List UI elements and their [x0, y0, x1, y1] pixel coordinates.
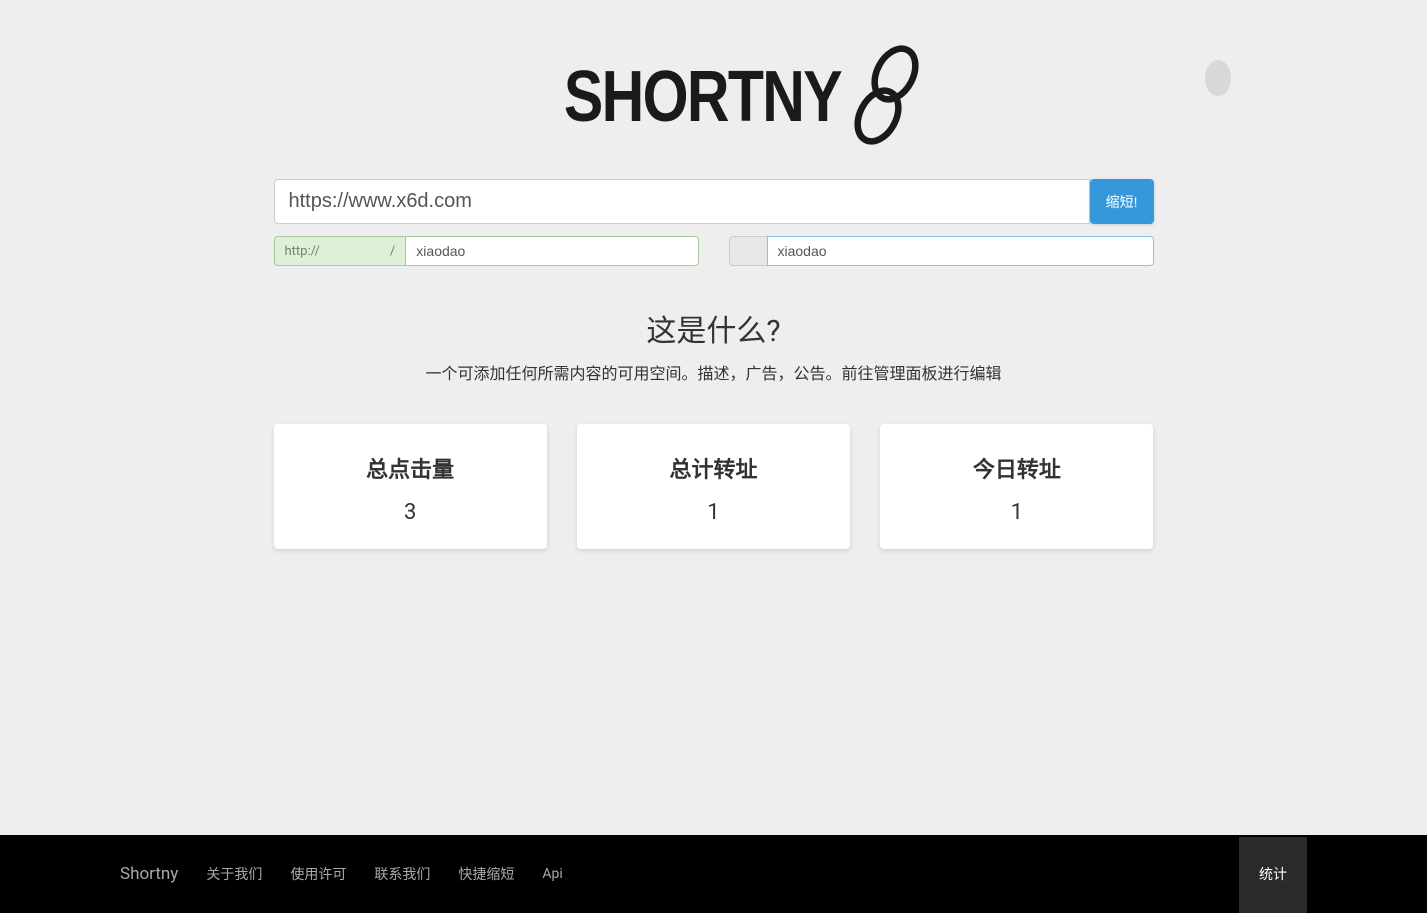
stat-card-total-clicks: 总点击量 3 — [274, 424, 547, 549]
whatis-description: 一个可添加任何所需内容的可用空间。描述，广告，公告。前往管理面板进行编辑 — [274, 360, 1154, 384]
custom-alias-input[interactable] — [405, 236, 698, 266]
footer-stats-button[interactable]: 统计 — [1239, 837, 1307, 913]
footer-link-contact[interactable]: 联系我们 — [374, 864, 430, 884]
whatis-section: 这是什么? 一个可添加任何所需内容的可用空间。描述，广告，公告。前往管理面板进行… — [274, 306, 1154, 384]
footer: Shortny 关于我们 使用许可 联系我们 快捷缩短 Api 统计 — [0, 835, 1427, 913]
secondary-alias-input[interactable] — [767, 236, 1154, 266]
stat-card-total-redirects: 总计转址 1 — [577, 424, 850, 549]
logo-text: SHORTNY — [564, 56, 841, 138]
footer-link-quick-shorten[interactable]: 快捷缩短 — [458, 864, 514, 884]
avatar[interactable] — [1205, 60, 1231, 96]
chain-link-icon — [849, 40, 924, 154]
stat-value: 3 — [284, 500, 537, 525]
custom-alias-group: http:// / — [274, 236, 699, 266]
shorten-button[interactable]: 缩短! — [1090, 179, 1154, 224]
logo: SHORTNY — [274, 40, 1154, 154]
whatis-title: 这是什么? — [274, 306, 1154, 350]
footer-link-about[interactable]: 关于我们 — [206, 864, 262, 884]
url-input[interactable] — [274, 179, 1090, 224]
stat-title: 总计转址 — [587, 452, 840, 484]
stat-title: 今日转址 — [890, 452, 1143, 484]
secondary-alias-group — [729, 236, 1154, 266]
stat-title: 总点击量 — [284, 452, 537, 484]
secondary-alias-prefix — [729, 236, 767, 266]
alias-prefix: http:// / — [274, 236, 406, 266]
stat-value: 1 — [587, 500, 840, 525]
stat-card-today-redirects: 今日转址 1 — [880, 424, 1153, 549]
footer-link-license[interactable]: 使用许可 — [290, 864, 346, 884]
stat-value: 1 — [890, 500, 1143, 525]
footer-link-api[interactable]: Api — [542, 866, 562, 882]
footer-brand[interactable]: Shortny — [120, 864, 178, 884]
